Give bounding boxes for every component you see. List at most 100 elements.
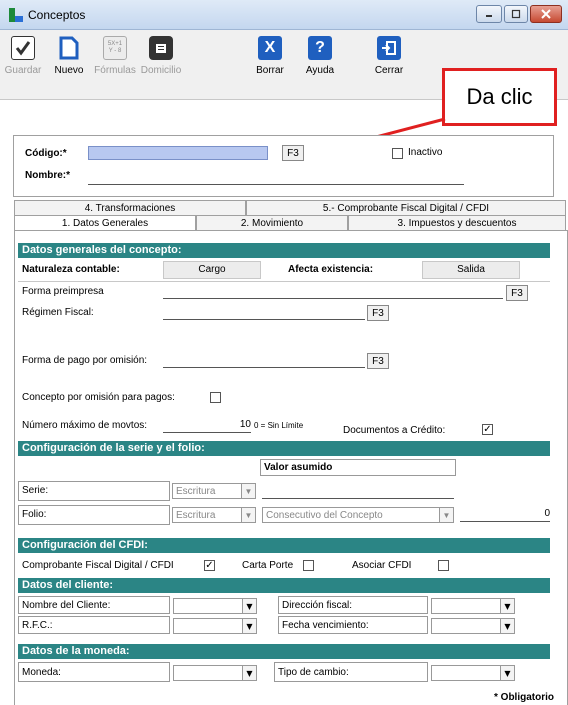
forma-preimpresa-input[interactable] (163, 285, 503, 299)
divider (18, 281, 550, 282)
app-icon (9, 8, 23, 22)
serie-value-input[interactable] (262, 485, 454, 499)
domicilio-label: Domicilio (140, 65, 182, 76)
borrar-button[interactable]: X Borrar (247, 36, 293, 76)
asociar-label: Asociar CFDI (352, 560, 412, 571)
formula-icon: 5X+1 Y - 8 (103, 36, 127, 60)
forma-preimpresa-label: Forma preimpresa (22, 286, 104, 297)
regimen-label: Régimen Fiscal: (22, 307, 94, 318)
guardar-button[interactable]: Guardar (0, 36, 46, 76)
tab-impuestos[interactable]: 3. Impuestos y descuentos (348, 215, 566, 230)
address-icon (149, 36, 173, 60)
section-cfdi: Configuración del CFDI: (18, 538, 550, 553)
ayuda-label: Ayuda (305, 65, 335, 76)
vencimiento-select[interactable]: ▼ (431, 618, 515, 634)
new-document-icon (57, 36, 81, 60)
inactivo-checkbox[interactable] (392, 148, 403, 159)
checkmark-icon (11, 36, 35, 60)
section-cliente: Datos del cliente: (18, 578, 550, 593)
section-moneda: Datos de la moneda: (18, 644, 550, 659)
num-max-hint: 0 = Sin Límite (254, 421, 304, 430)
asociar-checkbox[interactable] (438, 560, 449, 571)
minimize-button[interactable] (476, 5, 502, 23)
serie-escritura-select[interactable]: Escritura ▼ (172, 483, 256, 499)
tab-datos-generales[interactable]: 1. Datos Generales (14, 215, 196, 230)
concepto-omision-label: Concepto por omisión para pagos: (22, 392, 175, 403)
cerrar-label: Cerrar (374, 65, 404, 76)
carta-porte-label: Carta Porte (242, 560, 294, 571)
folio-escritura-select[interactable]: Escritura ▼ (172, 507, 256, 523)
rfc-select[interactable]: ▼ (173, 618, 257, 634)
codigo-label: Código:* (25, 148, 67, 159)
regimen-input[interactable] (163, 306, 365, 320)
direccion-label: Dirección fiscal: (282, 600, 353, 611)
delete-icon: X (258, 36, 282, 60)
serie-label: Serie: (22, 485, 49, 496)
exit-door-icon (377, 36, 401, 60)
num-max-label: Número máximo de movtos: (22, 420, 148, 431)
close-button[interactable] (530, 5, 562, 23)
formulas-button[interactable]: 5X+1 Y - 8 Fórmulas (92, 36, 138, 76)
tab-cfdi[interactable]: 5.- Comprobante Fiscal Digital / CFDI (246, 200, 566, 215)
da-clic-callout: Da clic (442, 68, 557, 126)
section-datos-generales: Datos generales del concepto: (18, 243, 550, 258)
folio-value-input[interactable]: 0 (460, 508, 550, 522)
direccion-select[interactable]: ▼ (431, 598, 515, 614)
forma-preimpresa-f3-button[interactable]: F3 (506, 285, 528, 301)
window-title: Conceptos (28, 8, 86, 22)
tab-transformaciones[interactable]: 4. Transformaciones (14, 200, 246, 215)
chevron-down-icon: ▼ (439, 508, 453, 522)
nombre-input[interactable] (88, 171, 464, 185)
cfd-checkbox[interactable]: ✓ (204, 560, 215, 571)
chevron-down-icon: ▼ (500, 599, 514, 613)
codigo-f3-button[interactable]: F3 (282, 145, 304, 161)
vencimiento-label: Fecha vencimiento: (282, 620, 369, 631)
afecta-value[interactable]: Salida (422, 261, 520, 279)
nombre-cliente-label: Nombre del Cliente: (22, 600, 111, 611)
folio-label: Folio: (22, 509, 47, 520)
moneda-label: Moneda: (22, 667, 61, 678)
codigo-input[interactable] (88, 146, 268, 160)
valor-asumido-header: Valor asumido (260, 459, 456, 476)
forma-pago-input[interactable] (163, 354, 365, 368)
chevron-down-icon: ▼ (241, 484, 255, 498)
naturaleza-value[interactable]: Cargo (163, 261, 261, 279)
chevron-down-icon: ▼ (500, 619, 514, 633)
forma-pago-label: Forma de pago por omisión: (22, 355, 148, 366)
folio-escritura-value: Escritura (176, 510, 216, 521)
ayuda-button[interactable]: ? Ayuda (297, 36, 343, 76)
carta-porte-checkbox[interactable] (303, 560, 314, 571)
nombre-cliente-select[interactable]: ▼ (173, 598, 257, 614)
num-max-input[interactable]: 10 (163, 419, 251, 433)
inactivo-label: Inactivo (408, 147, 443, 158)
tipo-cambio-select[interactable]: ▼ (431, 665, 515, 681)
formulas-label: Fórmulas (94, 65, 136, 76)
chevron-down-icon: ▼ (242, 666, 256, 680)
tipo-cambio-label: Tipo de cambio: (278, 667, 349, 678)
doc-credito-label: Documentos a Crédito: (343, 425, 446, 436)
chevron-down-icon: ▼ (242, 599, 256, 613)
afecta-label: Afecta existencia: (288, 264, 374, 275)
regimen-f3-button[interactable]: F3 (367, 305, 389, 321)
chevron-down-icon: ▼ (500, 666, 514, 680)
nuevo-button[interactable]: Nuevo (46, 36, 92, 76)
forma-pago-f3-button[interactable]: F3 (367, 353, 389, 369)
chevron-down-icon: ▼ (242, 619, 256, 633)
domicilio-button[interactable]: Domicilio (138, 36, 184, 76)
cerrar-button[interactable]: Cerrar (366, 36, 412, 76)
tab-movimiento[interactable]: 2. Movimiento (196, 215, 348, 230)
minimize-icon (486, 15, 492, 17)
help-icon: ? (308, 36, 332, 60)
maximize-icon (511, 9, 521, 19)
nuevo-label: Nuevo (54, 65, 84, 76)
maximize-button[interactable] (504, 5, 528, 23)
chevron-down-icon: ▼ (241, 508, 255, 522)
folio-consecutivo-select[interactable]: Consecutivo del Concepto ▼ (262, 507, 454, 523)
cfd-label: Comprobante Fiscal Digital / CFDI (22, 560, 174, 571)
concepto-omision-checkbox[interactable] (210, 392, 221, 403)
obligatorio-note: * Obligatorio (494, 692, 554, 703)
guardar-label: Guardar (4, 65, 42, 76)
serie-escritura-value: Escritura (176, 486, 216, 497)
moneda-select[interactable]: ▼ (173, 665, 257, 681)
doc-credito-checkbox[interactable]: ✓ (482, 424, 493, 435)
